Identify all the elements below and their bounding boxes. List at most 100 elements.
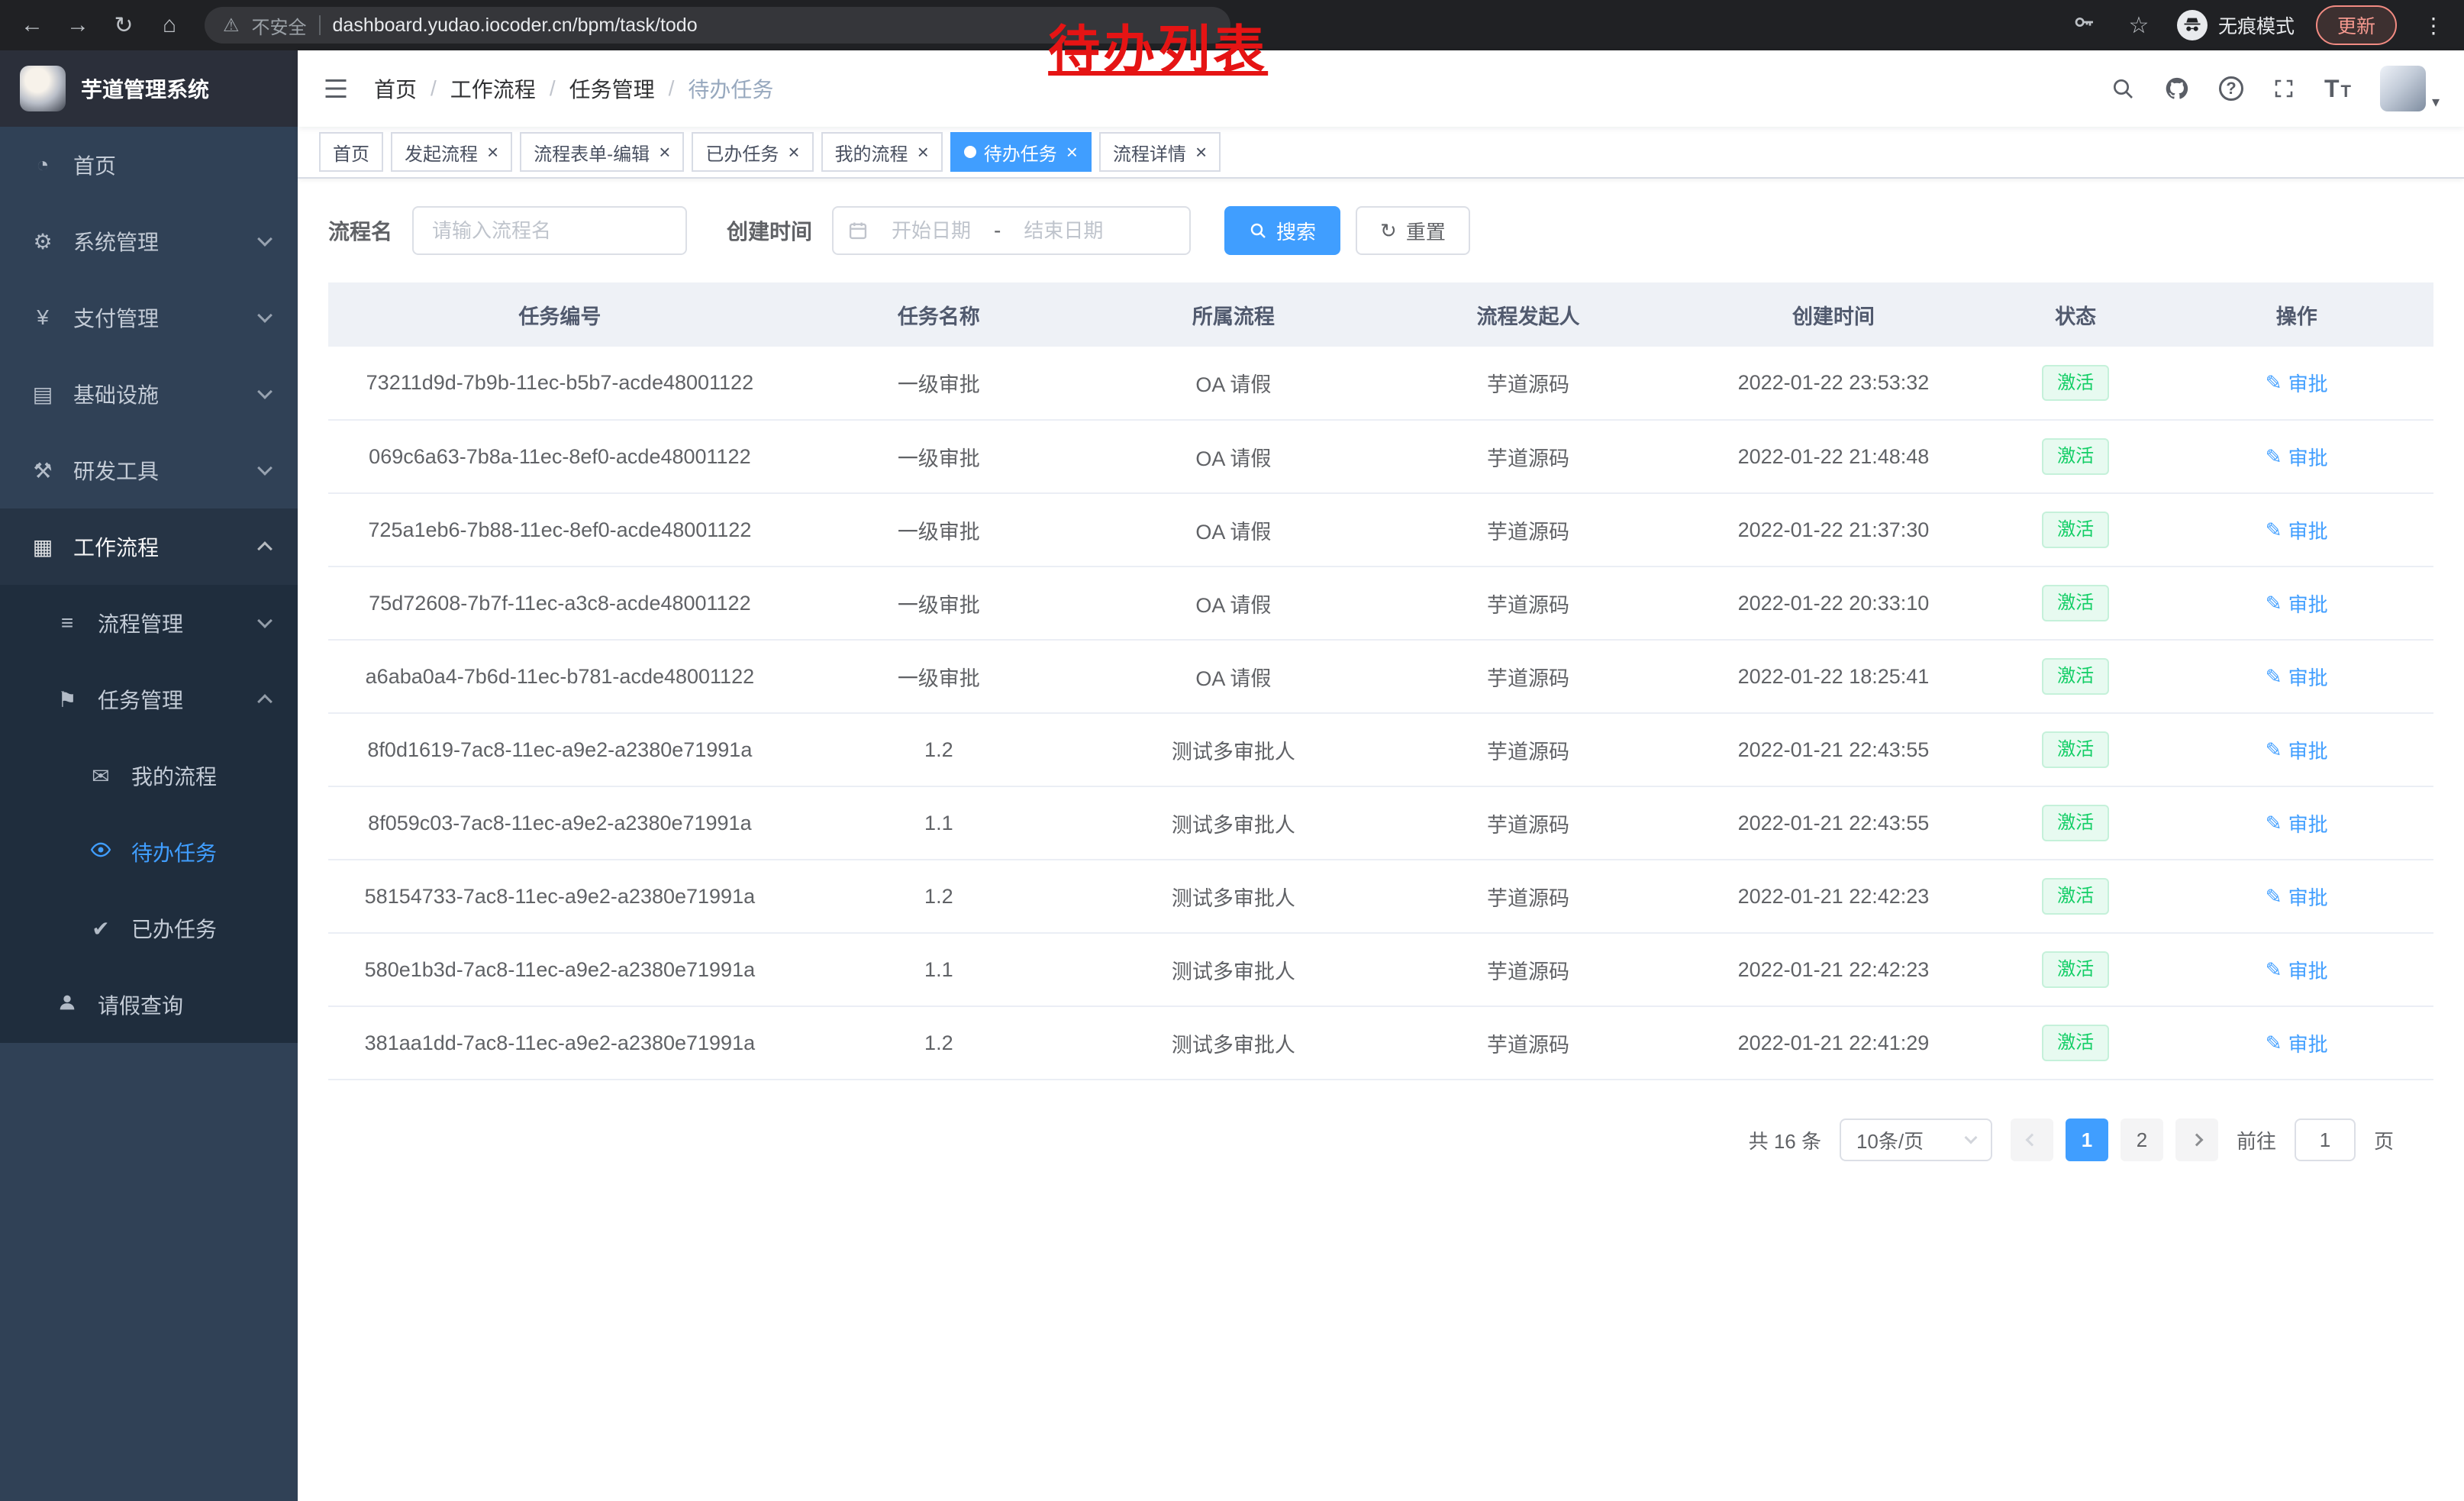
page-button-1[interactable]: 1	[2066, 1118, 2108, 1161]
sidebar-item-infrastructure[interactable]: ▤ 基础设施	[0, 356, 298, 432]
sidebar-item-task-mgmt[interactable]: ⚑ 任务管理	[0, 661, 298, 738]
forward-icon[interactable]: →	[61, 12, 95, 38]
sidebar-menu: ◔ 首页 ⚙ 系统管理 ¥ 支付管理 ▤ 基础设施	[0, 127, 298, 1043]
breadcrumb: 首页 / 工作流程 / 任务管理 / 待办任务	[374, 73, 773, 104]
page-size-select[interactable]: 10条/页	[1840, 1118, 1992, 1161]
tab-my-process[interactable]: 我的流程 ×	[821, 132, 943, 172]
approve-link[interactable]: ✎ 审批	[2266, 736, 2328, 764]
fullscreen-icon[interactable]	[2272, 77, 2295, 100]
date-range-picker[interactable]: -	[832, 206, 1191, 255]
sidebar-toggle-icon[interactable]	[322, 75, 350, 102]
home-icon[interactable]: ⌂	[153, 12, 186, 38]
chevron-right-icon	[2190, 1134, 2203, 1147]
cell-action: ✎ 审批	[2159, 786, 2433, 860]
cell-process: OA 请假	[1086, 493, 1381, 567]
sidebar-item-process-mgmt[interactable]: ≡ 流程管理	[0, 585, 298, 661]
tab-home[interactable]: 首页	[319, 132, 383, 172]
help-icon[interactable]: ?	[2219, 76, 2243, 101]
edit-icon: ✎	[2266, 592, 2282, 615]
cell-process: OA 请假	[1086, 347, 1381, 420]
col-action: 操作	[2159, 282, 2433, 347]
cell-create-time: 2022-01-21 22:43:55	[1675, 786, 1992, 860]
search-button[interactable]: 搜索	[1224, 206, 1340, 255]
table-row: 8f0d1619-7ac8-11ec-a9e2-a2380e71991a 1.2…	[328, 713, 2433, 786]
breadcrumb-home[interactable]: 首页	[374, 73, 417, 104]
approve-link[interactable]: ✎ 审批	[2266, 809, 2328, 838]
sidebar-item-home[interactable]: ◔ 首页	[0, 127, 298, 203]
pagination-total: 共 16 条	[1749, 1126, 1821, 1154]
approve-link[interactable]: ✎ 审批	[2266, 589, 2328, 618]
approve-link[interactable]: ✎ 审批	[2266, 443, 2328, 471]
page-unit-label: 页	[2374, 1126, 2394, 1154]
sidebar-item-my-process[interactable]: ✉ 我的流程	[0, 738, 298, 814]
tab-process-detail[interactable]: 流程详情 ×	[1099, 132, 1221, 172]
chevron-down-icon	[257, 613, 273, 628]
close-icon[interactable]: ×	[1066, 142, 1078, 162]
font-size-icon[interactable]: TT	[2324, 75, 2351, 103]
tab-form-edit[interactable]: 流程表单-编辑 ×	[520, 132, 684, 172]
breadcrumb-workflow[interactable]: 工作流程	[450, 73, 536, 104]
sidebar-item-todo-task[interactable]: 待办任务	[0, 814, 298, 890]
col-status: 状态	[1992, 282, 2160, 347]
breadcrumb-task-mgmt[interactable]: 任务管理	[569, 73, 655, 104]
sidebar-item-system[interactable]: ⚙ 系统管理	[0, 203, 298, 279]
end-date-input[interactable]	[1007, 219, 1120, 243]
update-button[interactable]: 更新	[2316, 5, 2397, 45]
cell-initiator: 芋道源码	[1381, 640, 1675, 713]
user-menu[interactable]: ▾	[2380, 66, 2440, 111]
close-icon[interactable]: ×	[788, 142, 799, 162]
app-logo[interactable]: 芋道管理系统	[0, 50, 298, 127]
approve-link[interactable]: ✎ 审批	[2266, 1029, 2328, 1057]
sidebar-item-payment[interactable]: ¥ 支付管理	[0, 279, 298, 356]
cell-create-time: 2022-01-21 22:41:29	[1675, 1006, 1992, 1080]
goto-page-input[interactable]	[2295, 1118, 2356, 1161]
tab-done-tasks[interactable]: 已办任务 ×	[692, 132, 813, 172]
goto-label: 前往	[2237, 1126, 2276, 1154]
close-icon[interactable]: ×	[487, 142, 498, 162]
security-label: 不安全	[252, 12, 307, 39]
table-row: a6aba0a4-7b6d-11ec-b781-acde48001122 一级审…	[328, 640, 2433, 713]
approve-link[interactable]: ✎ 审批	[2266, 663, 2328, 691]
status-badge: 激活	[2042, 512, 2109, 547]
cell-task-id: 8f0d1619-7ac8-11ec-a9e2-a2380e71991a	[328, 713, 792, 786]
approve-link[interactable]: ✎ 审批	[2266, 883, 2328, 911]
bookmark-star-icon[interactable]: ☆	[2122, 12, 2156, 39]
start-date-input[interactable]	[875, 219, 988, 243]
col-initiator: 流程发起人	[1381, 282, 1675, 347]
tab-start-process[interactable]: 发起流程 ×	[391, 132, 512, 172]
prev-page-button[interactable]	[2011, 1118, 2053, 1161]
close-icon[interactable]: ×	[659, 142, 670, 162]
tab-todo-tasks[interactable]: 待办任务 ×	[950, 132, 1092, 172]
close-icon[interactable]: ×	[918, 142, 929, 162]
approve-link[interactable]: ✎ 审批	[2266, 956, 2328, 984]
sidebar-item-leave-query[interactable]: 请假查询	[0, 967, 298, 1043]
back-icon[interactable]: ←	[15, 12, 49, 38]
cell-process: 测试多审批人	[1086, 713, 1381, 786]
cell-task-name: 1.1	[792, 933, 1086, 1006]
sidebar-item-done-task[interactable]: ✔ 已办任务	[0, 890, 298, 967]
approve-link[interactable]: ✎ 审批	[2266, 369, 2328, 397]
key-icon[interactable]	[2067, 10, 2101, 40]
cell-process: OA 请假	[1086, 640, 1381, 713]
table-row: 069c6a63-7b8a-11ec-8ef0-acde48001122 一级审…	[328, 420, 2433, 493]
sidebar-item-workflow[interactable]: ▦ 工作流程	[0, 508, 298, 585]
approve-link[interactable]: ✎ 审批	[2266, 516, 2328, 544]
close-icon[interactable]: ×	[1195, 142, 1207, 162]
search-icon[interactable]	[2111, 76, 2135, 101]
cell-initiator: 芋道源码	[1381, 786, 1675, 860]
reset-button[interactable]: ↻ 重置	[1356, 206, 1470, 255]
cell-task-id: 725a1eb6-7b88-11ec-8ef0-acde48001122	[328, 493, 792, 567]
process-name-input[interactable]	[412, 206, 687, 255]
sidebar-item-devtools[interactable]: ⚒ 研发工具	[0, 432, 298, 508]
incognito-indicator[interactable]: 无痕模式	[2177, 10, 2295, 40]
url-bar[interactable]: ⚠ 不安全 dashboard.yudao.iocoder.cn/bpm/tas…	[205, 7, 1230, 44]
status-badge: 激活	[2042, 878, 2109, 914]
page-button-2[interactable]: 2	[2121, 1118, 2163, 1161]
chevron-down-icon	[257, 308, 273, 323]
github-icon[interactable]	[2164, 76, 2190, 102]
cell-create-time: 2022-01-22 21:37:30	[1675, 493, 1992, 567]
next-page-button[interactable]	[2175, 1118, 2218, 1161]
cell-create-time: 2022-01-22 21:48:48	[1675, 420, 1992, 493]
browser-menu-icon[interactable]: ⋮	[2418, 13, 2449, 38]
reload-icon[interactable]: ↻	[107, 12, 140, 39]
